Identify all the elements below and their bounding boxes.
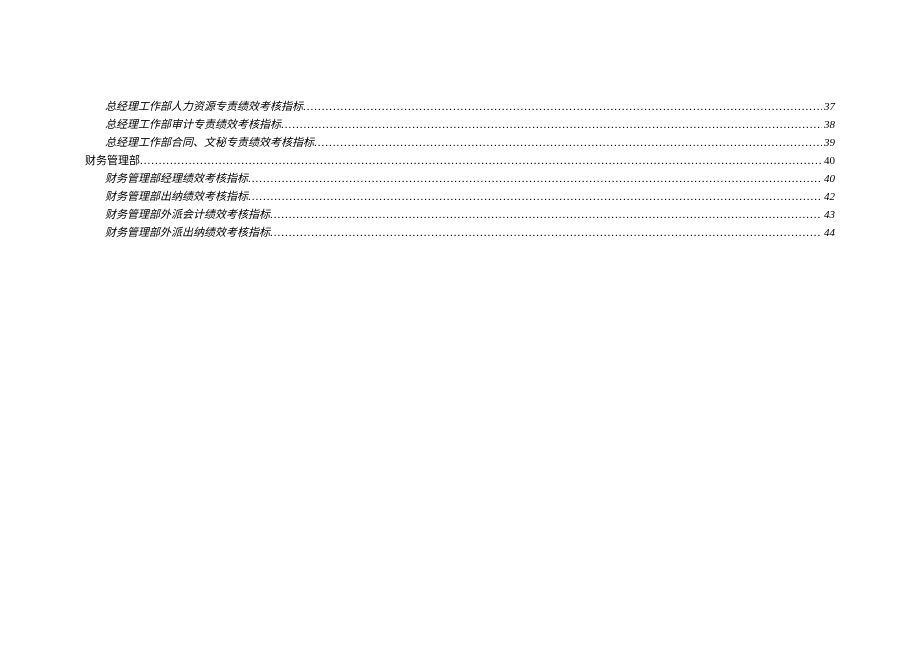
- toc-entry-leader: [248, 188, 822, 206]
- toc-entry-title: 总经理工作部审计专责绩效考核指标: [105, 116, 281, 134]
- toc-entry-title: 财务管理部经理绩效考核指标: [105, 170, 248, 188]
- toc-entry-title: 财务管理部外派会计绩效考核指标: [105, 206, 270, 224]
- toc-entry-page: 38: [822, 116, 835, 134]
- toc-entry-leader: [270, 224, 822, 242]
- toc-entry: 财务管理部 40: [85, 152, 835, 170]
- toc-entry-page: 43: [822, 206, 835, 224]
- toc-entry: 总经理工作部审计专责绩效考核指标 38: [85, 116, 835, 134]
- toc-entry-title: 财务管理部: [85, 152, 140, 170]
- toc-entry-leader: [248, 170, 822, 188]
- toc-entry-page: 39: [822, 134, 835, 152]
- toc-entry: 总经理工作部人力资源专责绩效考核指标 37: [85, 98, 835, 116]
- toc-entry: 财务管理部外派出纳绩效考核指标 44: [85, 224, 835, 242]
- toc-entry-page: 37: [822, 98, 835, 116]
- toc-entry-leader: [281, 116, 822, 134]
- toc-entry-title: 总经理工作部人力资源专责绩效考核指标: [105, 98, 303, 116]
- table-of-contents: 总经理工作部人力资源专责绩效考核指标 37 总经理工作部审计专责绩效考核指标 3…: [85, 98, 835, 242]
- toc-entry-leader: [140, 152, 822, 170]
- toc-entry-leader: [314, 134, 822, 152]
- toc-entry-title: 总经理工作部合同、文秘专责绩效考核指标: [105, 134, 314, 152]
- toc-entry-title: 财务管理部出纳绩效考核指标: [105, 188, 248, 206]
- toc-entry: 财务管理部外派会计绩效考核指标 43: [85, 206, 835, 224]
- toc-entry-leader: [303, 98, 822, 116]
- toc-entry-page: 42: [822, 188, 835, 206]
- toc-entry-title: 财务管理部外派出纳绩效考核指标: [105, 224, 270, 242]
- toc-entry-page: 40: [822, 170, 835, 188]
- toc-entry: 总经理工作部合同、文秘专责绩效考核指标 39: [85, 134, 835, 152]
- toc-entry-page: 40: [822, 152, 835, 170]
- toc-entry: 财务管理部出纳绩效考核指标 42: [85, 188, 835, 206]
- toc-entry-leader: [270, 206, 822, 224]
- toc-entry: 财务管理部经理绩效考核指标 40: [85, 170, 835, 188]
- toc-entry-page: 44: [822, 224, 835, 242]
